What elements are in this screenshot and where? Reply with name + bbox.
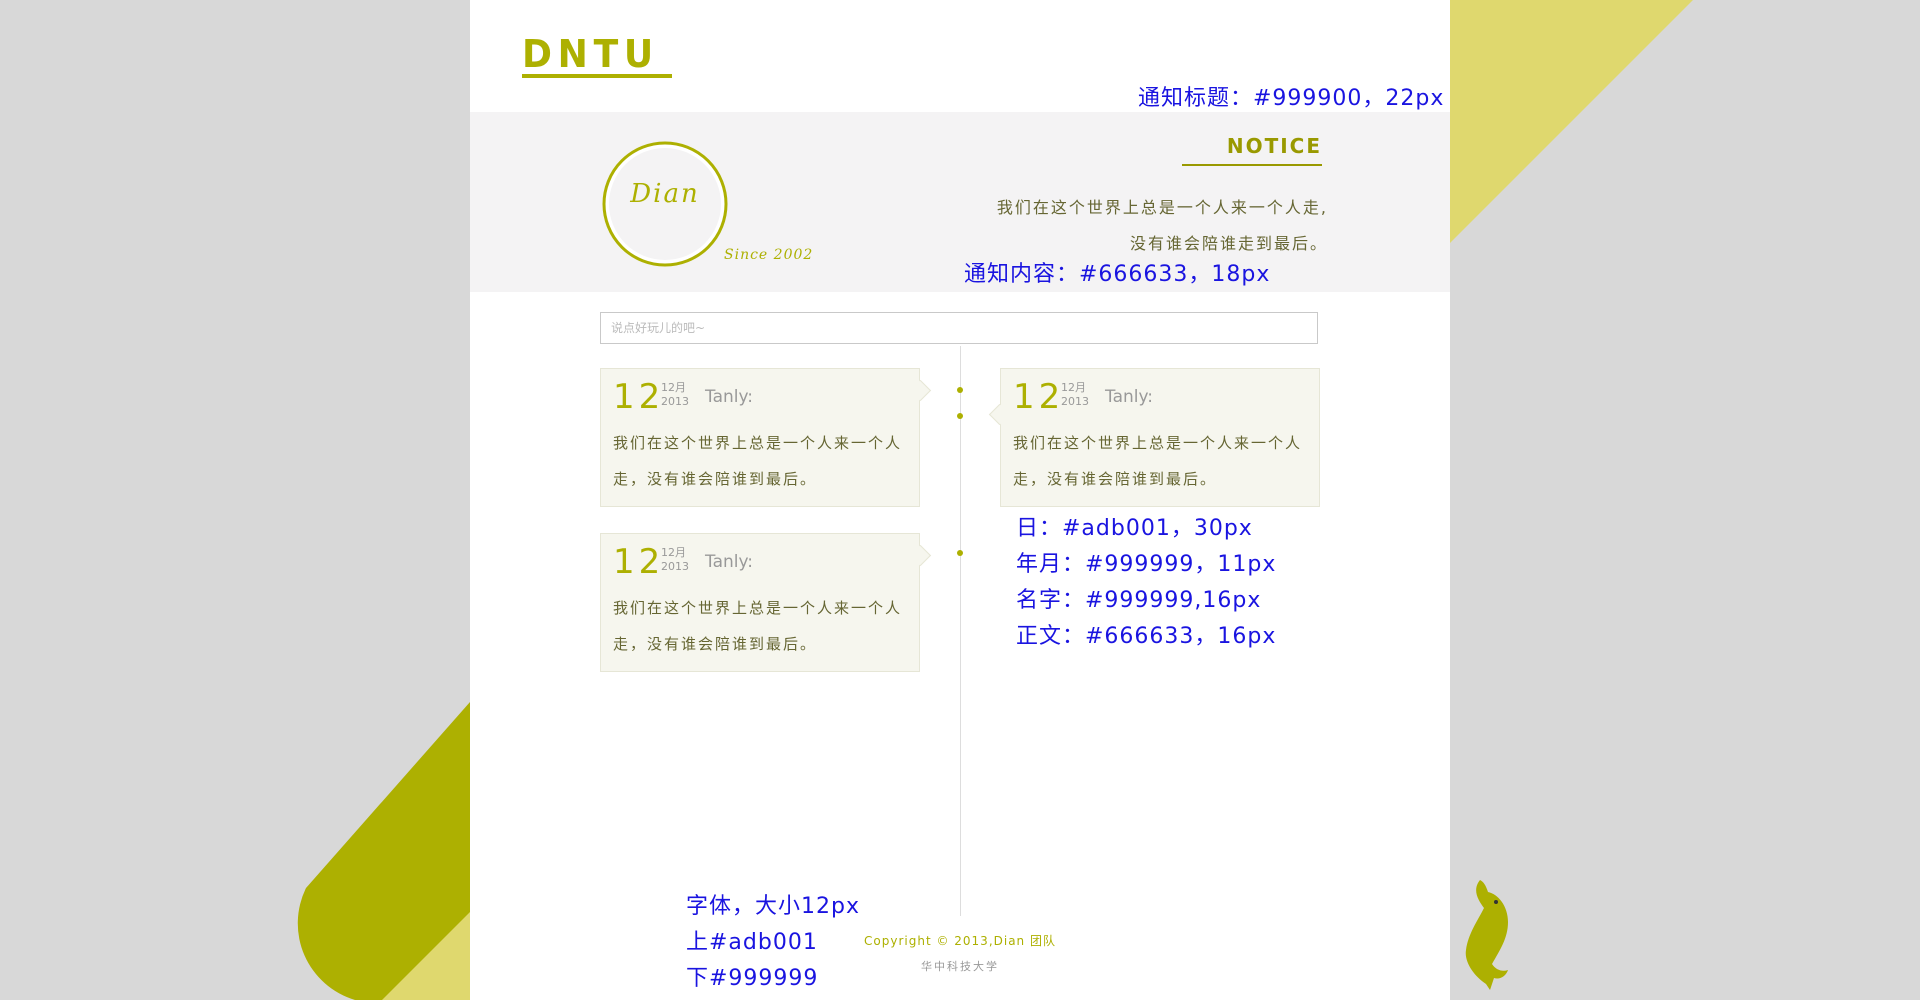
post-day: 12 xyxy=(613,377,665,417)
timeline-dot xyxy=(957,413,963,419)
timeline-dot xyxy=(957,550,963,556)
post-year-month: 12月 2013 xyxy=(1061,381,1089,409)
post-year: 2013 xyxy=(661,560,689,573)
post-year-month: 12月 2013 xyxy=(661,381,689,409)
post-card[interactable]: 12 12月 2013 Tanly: 我们在这个世界上总是一个人来一个人走，没有… xyxy=(600,368,932,507)
post-text: 我们在这个世界上总是一个人来一个人走，没有谁会陪谁到最后。 xyxy=(1013,434,1303,488)
post-month: 12月 xyxy=(661,381,686,394)
post-card[interactable]: 12 12月 2013 Tanly: 我们在这个世界上总是一个人来一个人走，没有… xyxy=(988,368,1320,507)
notice-title: NOTICE xyxy=(1182,134,1322,166)
main-page: DNTU 通知标题：#999900，22px Dian Since 2002 N… xyxy=(470,0,1450,1000)
timeline-line xyxy=(960,346,961,916)
post-text: 我们在这个世界上总是一个人来一个人走，没有谁会陪谁到最后。 xyxy=(613,599,903,653)
post-card[interactable]: 12 12月 2013 Tanly: 我们在这个世界上总是一个人来一个人走，没有… xyxy=(600,533,932,672)
top-right-stripe xyxy=(1450,0,1693,243)
post-day: 12 xyxy=(1013,377,1065,417)
dian-circle-logo: Dian xyxy=(600,139,730,269)
school-text: 华中科技大学 xyxy=(921,960,999,973)
logo-text: DNTU xyxy=(522,32,659,76)
timeline-dot xyxy=(957,387,963,393)
since-text: Since 2002 xyxy=(724,247,814,263)
post-author: Tanly: xyxy=(705,552,754,572)
card-arrow xyxy=(909,544,932,567)
copyright-text: Copyright © 2013,Dian 团队 xyxy=(864,934,1056,948)
card-arrow xyxy=(988,403,1011,426)
card-arrow xyxy=(909,379,932,402)
post-author: Tanly: xyxy=(1105,387,1154,407)
dolphin-icon xyxy=(1465,880,1508,990)
post-month: 12月 xyxy=(1061,381,1086,394)
post-text: 我们在这个世界上总是一个人来一个人走，没有谁会陪谁到最后。 xyxy=(613,434,903,488)
post-year: 2013 xyxy=(661,395,689,408)
annotation-notice-content: 通知内容：#666633，18px xyxy=(964,262,1271,287)
post-year-month: 12月 2013 xyxy=(661,546,689,574)
post-input[interactable] xyxy=(600,312,1318,344)
annotation-name: 名字：#999999,16px xyxy=(1016,588,1262,613)
post-day: 12 xyxy=(613,542,665,582)
annotation-body: 正文：#666633，16px xyxy=(1016,624,1277,649)
dian-brand-text: Dian xyxy=(630,179,700,209)
logo-underline xyxy=(522,74,672,78)
post-author: Tanly: xyxy=(705,387,754,407)
annotation-day: 日：#adb001，30px xyxy=(1016,516,1253,541)
annotation-year-month: 年月：#999999，11px xyxy=(1016,552,1277,577)
notice-line: 我们在这个世界上总是一个人来一个人走, xyxy=(996,198,1328,217)
post-year: 2013 xyxy=(1061,395,1089,408)
notice-content: 我们在这个世界上总是一个人来一个人走, 没有谁会陪谁走到最后。 xyxy=(908,190,1328,262)
dntu-logo[interactable]: DNTU xyxy=(522,34,682,78)
annotation-notice-title: 通知标题：#999900，22px xyxy=(1138,86,1445,111)
annotation-font: 字体，大小12px xyxy=(686,894,860,919)
post-month: 12月 xyxy=(661,546,686,559)
notice-band: Dian Since 2002 NOTICE 我们在这个世界上总是一个人来一个人… xyxy=(470,112,1450,292)
